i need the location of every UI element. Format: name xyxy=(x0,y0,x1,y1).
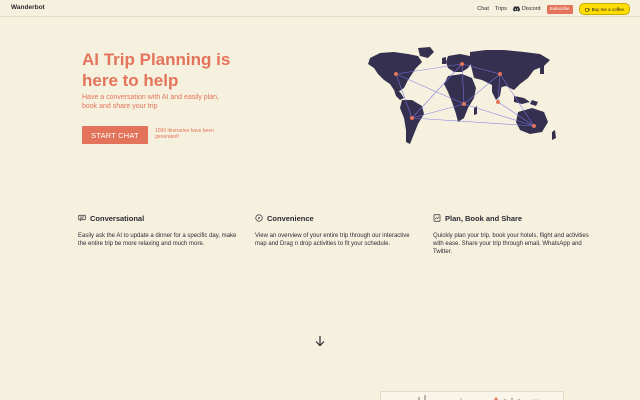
compass-icon xyxy=(255,214,263,222)
discord-label: Discord xyxy=(521,6,541,12)
start-chat-button[interactable]: START CHAT xyxy=(82,126,148,144)
app-preview-image xyxy=(380,391,564,400)
feature-convenience-description: View an overview of your entire trip thr… xyxy=(255,233,410,248)
coffee-cup-icon xyxy=(584,7,590,12)
feature-conversational-title: Conversational xyxy=(90,213,145,223)
feature-plan-book-share-heading: Plan, Book and Share xyxy=(433,213,593,223)
arrow-down-icon[interactable] xyxy=(313,334,327,348)
hero-title: AI Trip Planning is here to help xyxy=(82,50,231,90)
feature-conversational-heading: Conversational xyxy=(78,213,238,223)
coffee-label: Buy me a coffee xyxy=(591,6,624,12)
nav-chat-link[interactable]: Chat xyxy=(477,4,489,14)
chat-icon xyxy=(78,214,86,222)
feature-plan-book-share-description: Quickly plan your trip, book your hotels… xyxy=(433,233,589,256)
hero-subtitle: Have a conversation with AI and easily p… xyxy=(82,94,219,110)
nav-trips-link[interactable]: Trips xyxy=(495,4,507,14)
feature-conversational: Conversational Easily ask the AI to upda… xyxy=(78,213,238,248)
feature-conversational-description: Easily ask the AI to update a dinner for… xyxy=(78,233,237,248)
feature-convenience-title: Convenience xyxy=(267,213,314,223)
subscribe-button[interactable]: Subscribe xyxy=(546,4,573,14)
nav-discord-link[interactable]: Discord xyxy=(512,4,541,14)
buy-me-a-coffee-button[interactable]: Buy me a coffee xyxy=(578,3,630,15)
discord-icon xyxy=(512,6,520,12)
world-map-illustration xyxy=(368,47,556,144)
feature-plan-book-share: Plan, Book and Share Quickly plan your t… xyxy=(433,213,593,257)
nav-links: Chat Trips Discord Subscribe Buy me a co… xyxy=(477,3,630,15)
brand-logo-text[interactable]: Wanderbot xyxy=(11,4,45,11)
feature-convenience-heading: Convenience xyxy=(255,213,415,223)
book-share-icon xyxy=(433,214,441,222)
itineraries-count-note: 1000 itineraries have been generated! xyxy=(155,128,214,140)
feature-plan-book-share-title: Plan, Book and Share xyxy=(445,213,523,223)
top-navigation-bar: Wanderbot Chat Trips Discord Subscribe B… xyxy=(0,0,640,17)
feature-convenience: Convenience View an overview of your ent… xyxy=(255,213,415,248)
